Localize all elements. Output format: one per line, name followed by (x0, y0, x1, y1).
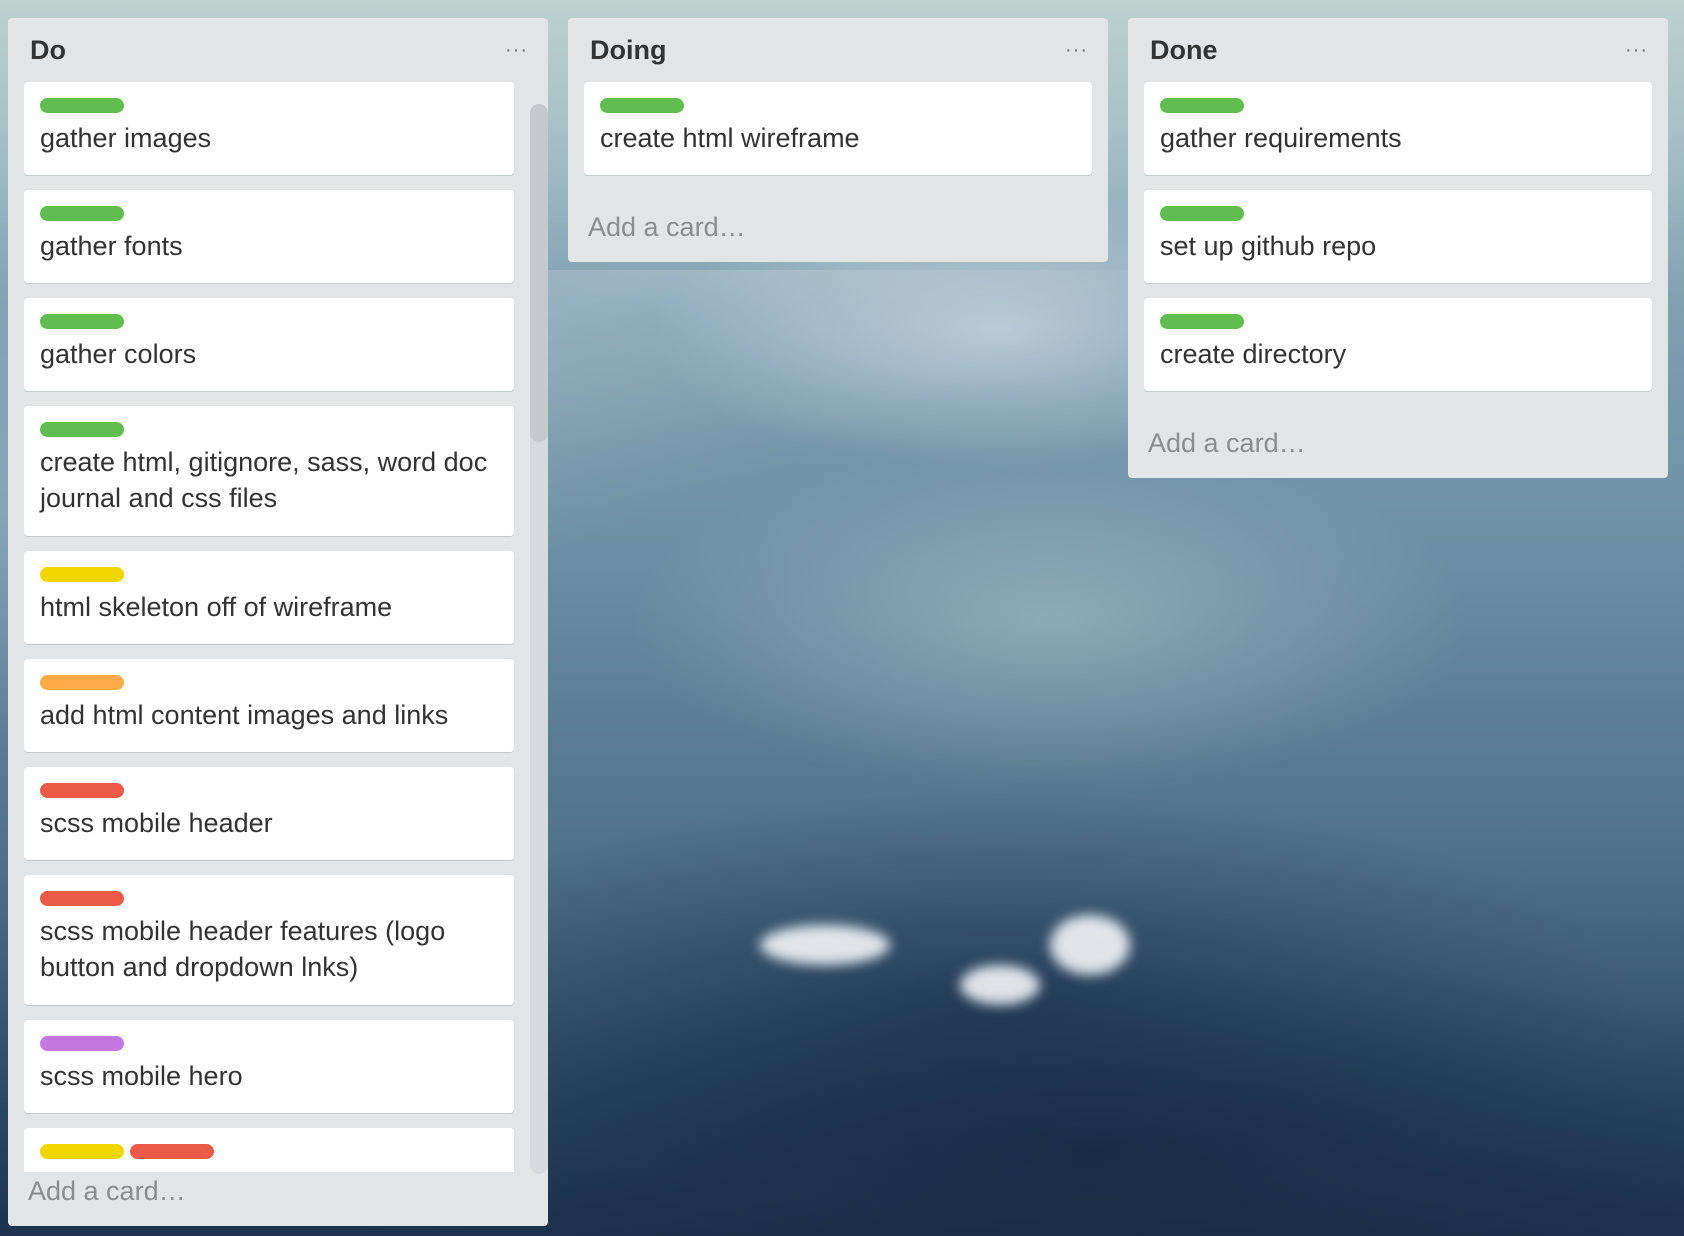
card[interactable]: create directory (1144, 298, 1652, 391)
list-doing: Doing ··· create html wireframe Add a ca… (568, 18, 1108, 262)
label-green (1160, 206, 1244, 221)
card[interactable]: create html, gitignore, sass, word doc j… (24, 406, 514, 536)
card-title: scss mobile header (40, 808, 273, 838)
label-green (1160, 98, 1244, 113)
list-done: Done ··· gather requirements set up gith… (1128, 18, 1668, 478)
card[interactable]: scss mobile header (24, 767, 514, 860)
label-red (40, 783, 124, 798)
list-title: Done (1150, 34, 1218, 65)
card-title: create html wireframe (600, 123, 860, 153)
card-labels (40, 1036, 498, 1052)
list-header: Doing ··· (568, 18, 1108, 82)
card[interactable] (24, 1128, 514, 1172)
card-labels (1160, 314, 1636, 330)
label-green (40, 206, 124, 221)
add-card-button[interactable]: Add a card… (28, 1176, 186, 1207)
card-labels (40, 314, 498, 330)
label-green (40, 314, 124, 329)
card[interactable]: gather colors (24, 298, 514, 391)
label-red (130, 1144, 214, 1159)
label-green (40, 98, 124, 113)
add-card-button[interactable]: Add a card… (588, 212, 746, 243)
card[interactable]: add html content images and links (24, 659, 514, 752)
cloud (960, 965, 1040, 1005)
card-title: gather colors (40, 339, 197, 369)
add-card-button[interactable]: Add a card… (1148, 428, 1306, 459)
label-yellow (40, 1144, 124, 1159)
label-green (600, 98, 684, 113)
card-labels (40, 206, 498, 222)
ellipsis-icon[interactable]: ··· (505, 40, 528, 60)
card-labels (40, 783, 498, 799)
cloud (760, 925, 890, 965)
label-yellow (40, 567, 124, 582)
label-purple (40, 1036, 124, 1051)
card-labels (1160, 206, 1636, 222)
card-labels (600, 98, 1076, 114)
card-title: gather requirements (1160, 123, 1402, 153)
list-do: Do ··· gather images gather fonts gather… (8, 18, 548, 1226)
list-header: Done ··· (1128, 18, 1668, 82)
card[interactable]: gather requirements (1144, 82, 1652, 175)
card-labels (40, 567, 498, 583)
label-green (1160, 314, 1244, 329)
card-title: set up github repo (1160, 231, 1377, 261)
card-title: gather fonts (40, 231, 183, 261)
card[interactable]: create html wireframe (584, 82, 1092, 175)
card-labels (40, 98, 498, 114)
card[interactable]: scss mobile hero (24, 1020, 514, 1113)
card-title: html skeleton off of wireframe (40, 592, 393, 622)
list-title: Do (30, 34, 66, 65)
card[interactable]: gather fonts (24, 190, 514, 283)
card[interactable]: set up github repo (1144, 190, 1652, 283)
card[interactable]: html skeleton off of wireframe (24, 551, 514, 644)
card-title: add html content images and links (40, 700, 449, 730)
card[interactable]: gather images (24, 82, 514, 175)
card-title: scss mobile header features (logo button… (40, 916, 446, 982)
card-title: create directory (1160, 339, 1347, 369)
label-red (40, 891, 124, 906)
list-header: Do ··· (8, 18, 548, 82)
card-labels (40, 422, 498, 438)
card-title: scss mobile hero (40, 1061, 243, 1091)
label-green (40, 422, 124, 437)
card-labels (40, 1144, 498, 1160)
card-title: gather images (40, 123, 212, 153)
label-orange (40, 675, 124, 690)
ellipsis-icon[interactable]: ··· (1065, 40, 1088, 60)
card[interactable]: scss mobile header features (logo button… (24, 875, 514, 1005)
card-labels (40, 675, 498, 691)
card-labels (40, 891, 498, 907)
cloud (1050, 915, 1130, 975)
ellipsis-icon[interactable]: ··· (1625, 40, 1648, 60)
list-title: Doing (590, 34, 667, 65)
card-labels (1160, 98, 1636, 114)
card-list: gather images gather fonts gather colors… (8, 82, 548, 1172)
card-title: create html, gitignore, sass, word doc j… (40, 447, 488, 513)
